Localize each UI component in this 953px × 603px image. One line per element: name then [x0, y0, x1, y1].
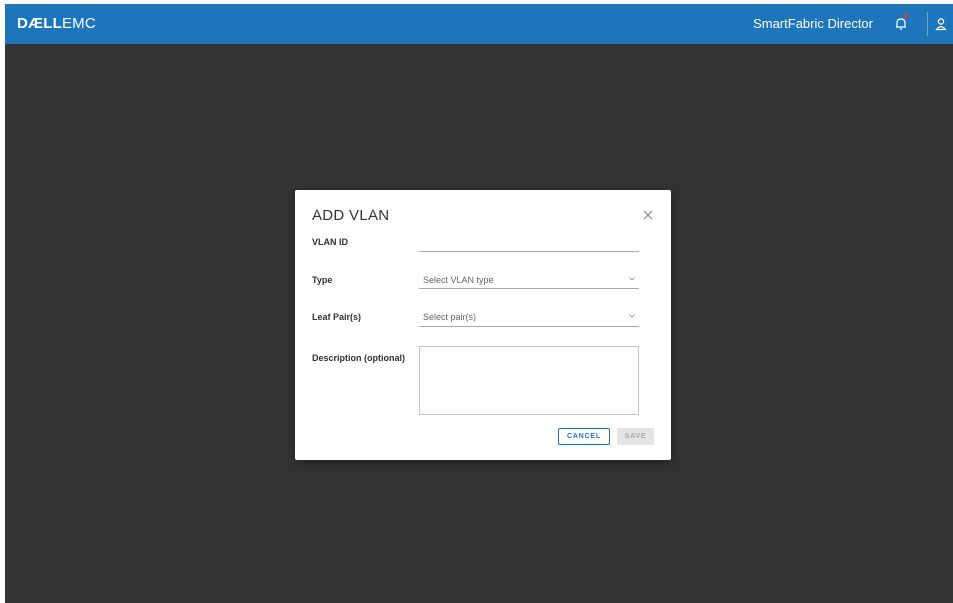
- leaf-pairs-label: Leaf Pair(s): [312, 312, 362, 322]
- vlan-id-label: VLAN ID: [312, 237, 348, 247]
- description-label: Description (optional): [312, 353, 405, 363]
- cancel-button[interactable]: CANCEL: [558, 428, 610, 445]
- vlan-id-input[interactable]: [419, 234, 639, 250]
- vlan-type-placeholder: Select VLAN type: [423, 275, 494, 285]
- dialog-title: ADD VLAN: [312, 207, 390, 224]
- save-button[interactable]: SAVE: [617, 428, 654, 445]
- logo-suffix: EMC: [61, 15, 96, 32]
- close-icon[interactable]: [642, 208, 654, 220]
- dell-emc-logo: DÆLLEMC: [17, 15, 96, 32]
- top-bar: DÆLLEMC SmartFabric Director: [5, 4, 953, 44]
- description-textarea[interactable]: [419, 346, 639, 415]
- logo-brand: DÆLL: [17, 15, 62, 32]
- chevron-down-icon: [629, 277, 635, 281]
- product-name: SmartFabric Director: [753, 16, 873, 31]
- bell-icon[interactable]: [891, 14, 911, 34]
- leaf-pairs-underline: [419, 326, 639, 327]
- chevron-down-icon: [629, 314, 635, 318]
- app-window: DÆLLEMC SmartFabric Director ADD VLAN VL…: [5, 4, 953, 603]
- type-label: Type: [312, 275, 333, 285]
- vlan-type-select[interactable]: Select VLAN type: [419, 272, 639, 288]
- vlan-id-underline: [419, 251, 639, 252]
- notification-dot: [904, 14, 908, 18]
- user-icon[interactable]: [931, 14, 951, 34]
- vlan-type-underline: [419, 288, 639, 289]
- leaf-pairs-select[interactable]: Select pair(s): [419, 309, 639, 325]
- add-vlan-dialog: ADD VLAN VLAN ID Type Select VLAN type L…: [295, 190, 671, 460]
- leaf-pairs-placeholder: Select pair(s): [423, 312, 477, 322]
- header-divider: [927, 12, 928, 36]
